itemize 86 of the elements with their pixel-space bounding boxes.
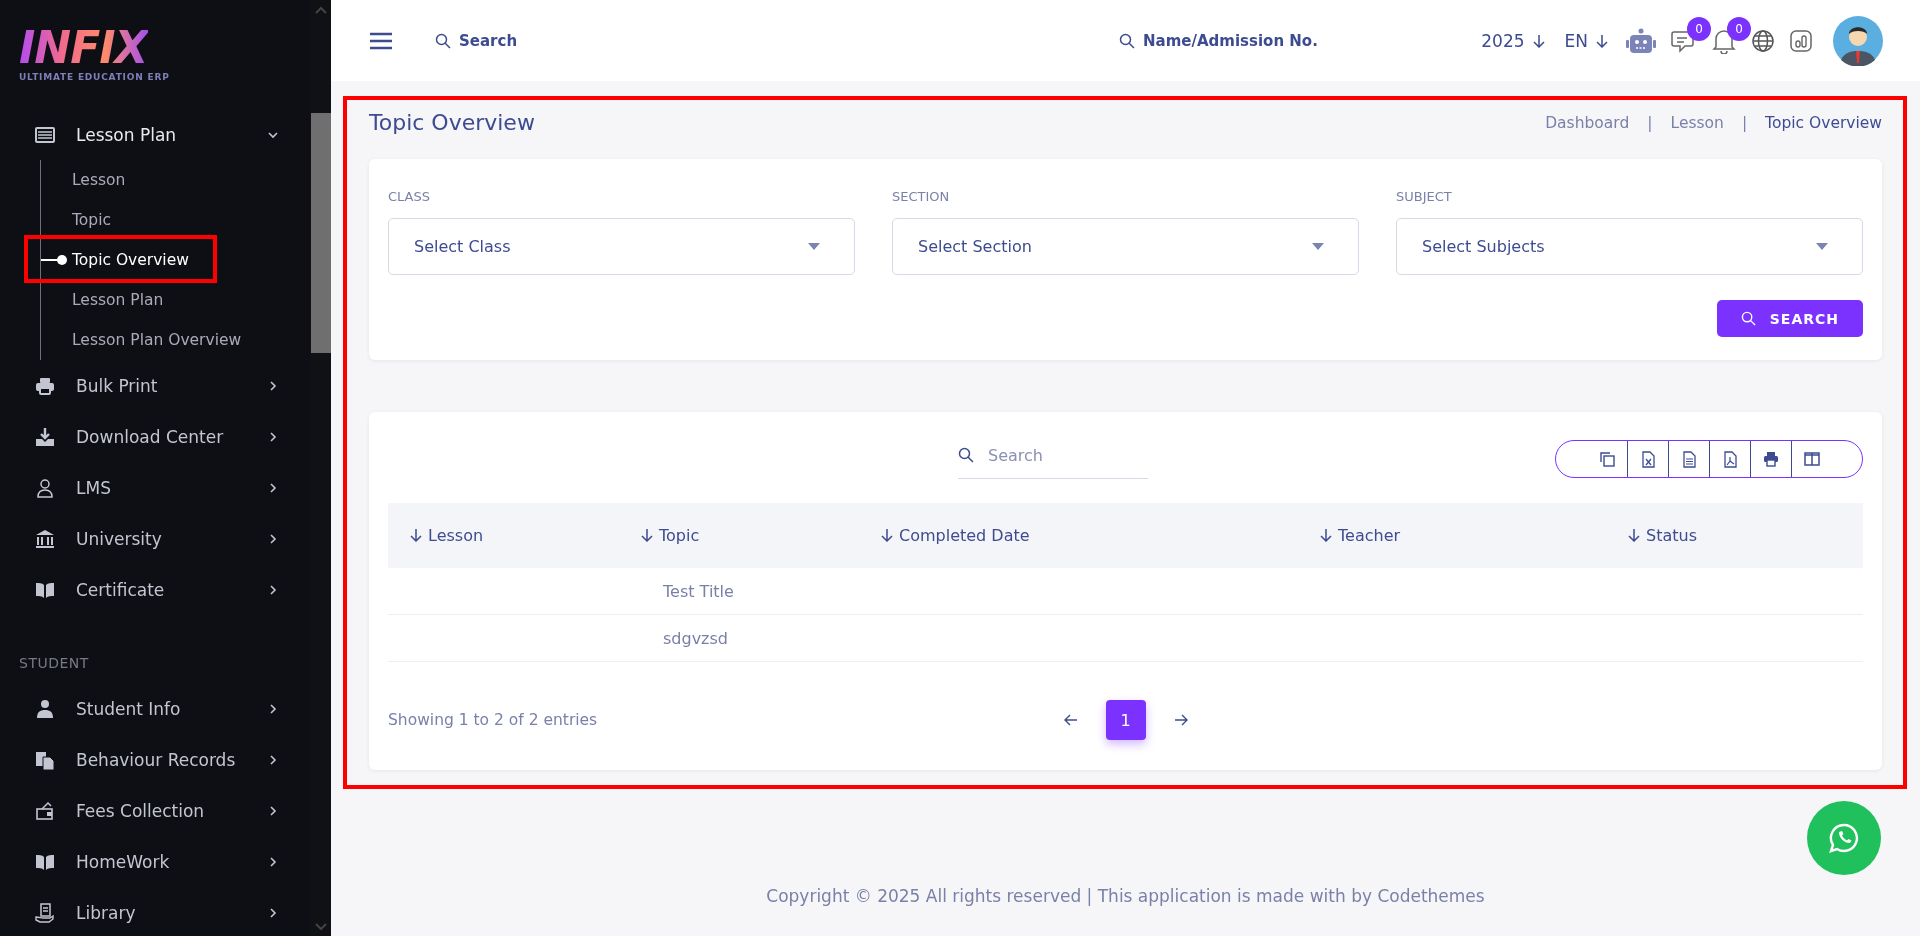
breadcrumb-link[interactable]: Dashboard	[1545, 113, 1630, 132]
breadcrumb-current: Topic Overview	[1765, 113, 1882, 132]
sort-arrow-icon	[1628, 528, 1640, 542]
search-button[interactable]: SEARCH	[1716, 300, 1863, 337]
copyright-text: Copyright © 2025 All rights reserved | This application is made with by Codethemes	[766, 886, 1485, 906]
printer-icon	[35, 375, 55, 396]
caret-icon	[808, 243, 820, 250]
avatar-icon[interactable]	[1833, 15, 1883, 66]
year-dropdown[interactable]: 2025	[1478, 30, 1548, 51]
sidebar-item[interactable]: Student Info	[0, 683, 310, 734]
search-icon	[435, 32, 451, 49]
field-label: SECTION	[892, 189, 951, 204]
sort-arrow-icon	[1320, 528, 1332, 542]
column-header[interactable]: Topic	[640, 503, 880, 568]
chart-icon[interactable]	[1789, 28, 1813, 53]
column-header[interactable]: Completed Date	[880, 503, 1319, 568]
field-label: CLASS	[388, 189, 431, 204]
document-icon	[1681, 450, 1697, 468]
message-count-badge: 0	[1687, 16, 1711, 41]
copy-icon	[1598, 450, 1615, 468]
sort-arrow-icon	[410, 528, 422, 542]
bell-icon[interactable]	[1711, 27, 1737, 54]
receipt-icon	[35, 902, 55, 923]
search-icon	[1119, 32, 1135, 49]
select-field[interactable]: Select Subjects	[1396, 218, 1863, 275]
table-search-field[interactable]: Search	[986, 444, 1140, 466]
table-cell: Test Title	[640, 568, 880, 615]
search-icon	[1740, 311, 1756, 326]
select-field[interactable]: Select Class	[388, 218, 855, 275]
columns-icon	[1804, 450, 1820, 468]
breadcrumb-separator: |	[1647, 113, 1653, 132]
table-cell: sdgvzsd	[640, 614, 880, 662]
sidebar-subitem[interactable]: Lesson Plan	[41, 280, 310, 320]
robot-icon[interactable]	[1625, 27, 1657, 54]
entries-info: Showing 1 to 2 of 2 entries	[388, 711, 599, 729]
pdf-file-icon	[1722, 450, 1738, 468]
sidebar-item[interactable]: Certificate	[0, 564, 310, 615]
printer-icon	[1763, 450, 1779, 468]
sidebar-item[interactable]: Download Center	[0, 411, 310, 462]
bank-icon	[35, 528, 55, 549]
page-button[interactable]: 1	[1105, 700, 1146, 740]
sidebar-subitem[interactable]: Lesson	[41, 160, 310, 200]
language-dropdown[interactable]: EN	[1561, 30, 1611, 51]
sidebar-subitem[interactable]: Topic	[41, 200, 310, 240]
section-heading: STUDENT	[18, 654, 90, 673]
column-header[interactable]: Teacher	[1319, 503, 1627, 568]
spreadsheet-file-icon	[1640, 450, 1656, 468]
sidebar-item[interactable]: HomeWork	[0, 836, 310, 887]
logo-tagline: ULTIMATE EDUCATION ERP	[19, 72, 171, 82]
arrow-down-icon	[1596, 33, 1608, 48]
menu-icon[interactable]	[369, 31, 393, 50]
sidebar-subitem[interactable]: Lesson Plan Overview	[41, 320, 310, 360]
sort-arrow-icon	[881, 528, 893, 542]
caret-icon	[1312, 243, 1324, 250]
student-search-field[interactable]: Name/Admission No.	[1143, 31, 1343, 50]
download-icon	[35, 426, 55, 447]
arrow-down-icon	[1532, 33, 1545, 48]
arrow-right-icon[interactable]	[1173, 714, 1188, 726]
sidebar-item[interactable]: Behaviour Records	[0, 734, 310, 785]
column-header[interactable]: Lesson	[388, 503, 640, 568]
column-header[interactable]: Status	[1627, 503, 1863, 568]
sidebar-item[interactable]: LMS	[0, 462, 310, 513]
person-icon	[35, 698, 55, 719]
sidebar-item[interactable]: Library	[0, 887, 310, 936]
search-icon	[958, 447, 974, 463]
chat-bubble-icon	[1828, 822, 1860, 854]
list-icon	[35, 124, 55, 145]
sidebar-item[interactable]: University	[0, 513, 310, 564]
arrow-left-icon[interactable]	[1063, 714, 1078, 726]
breadcrumb-separator: |	[1741, 113, 1748, 132]
globe-icon[interactable]	[1751, 28, 1775, 53]
notification-count-badge: 0	[1727, 16, 1751, 41]
documents-icon	[35, 749, 55, 770]
caret-icon	[1816, 243, 1828, 250]
sidebar-item[interactable]: Lesson Plan	[0, 109, 310, 160]
sidebar-item[interactable]: Bulk Print	[0, 360, 310, 411]
breadcrumb-link[interactable]: Lesson	[1670, 113, 1724, 132]
search-field[interactable]: Search	[459, 31, 619, 50]
select-field[interactable]: Select Section	[892, 218, 1359, 275]
sidebar-item[interactable]: Fees Collection	[0, 785, 310, 836]
wallet-icon	[35, 800, 55, 821]
sort-arrow-icon	[641, 528, 653, 542]
sidebar-subitem[interactable]: Topic Overview	[41, 240, 310, 280]
page-title: Topic Overview	[369, 110, 535, 135]
person-icon	[35, 477, 55, 498]
field-label: SUBJECT	[1396, 189, 1453, 204]
